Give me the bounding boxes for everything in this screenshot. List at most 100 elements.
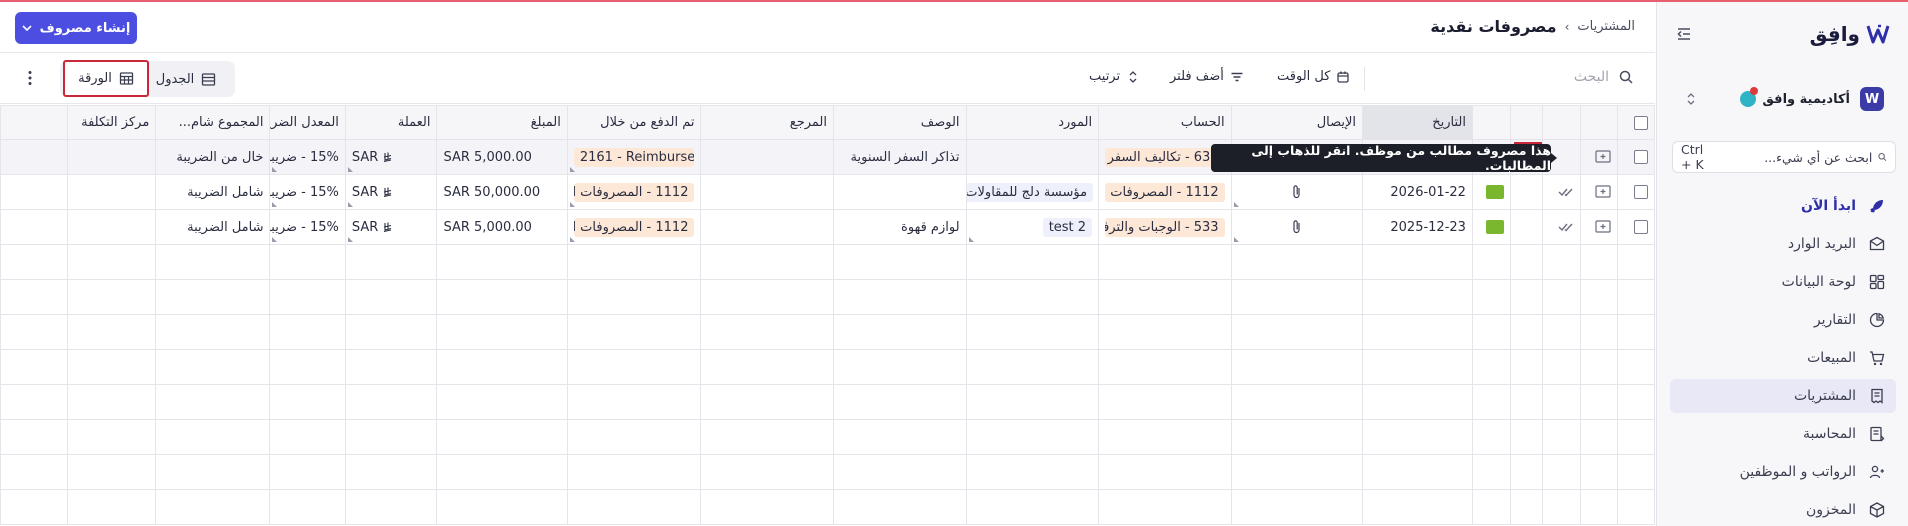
sidebar-item-inbox[interactable]: البريد الوارد xyxy=(1670,227,1896,261)
cell-paid-through[interactable]: 1112 - المصروفات النثرية xyxy=(566,209,702,245)
sidebar-search[interactable]: Ctrl + K xyxy=(1672,141,1896,173)
sidebar-item-label: المشتريات xyxy=(1793,388,1856,404)
row-checkbox[interactable] xyxy=(1634,220,1648,234)
sort-button[interactable]: ترتيب xyxy=(1089,69,1140,84)
cell-cost-center[interactable] xyxy=(66,139,157,175)
sidebar-item-label: لوحة البيانات xyxy=(1781,274,1856,290)
sidebar-item-label: التقارير xyxy=(1813,312,1856,328)
table-search xyxy=(1429,69,1633,85)
supplier-chip: test 2 xyxy=(1042,217,1093,237)
column-header-receipt[interactable]: الإيصال xyxy=(1230,105,1364,140)
column-header-description[interactable]: الوصف xyxy=(833,105,967,140)
row-checkbox[interactable] xyxy=(1634,150,1648,164)
sidebar-item-dashboard[interactable]: لوحة البيانات xyxy=(1670,265,1896,299)
cell-description[interactable]: تذاكر السفر السنوية xyxy=(833,139,967,175)
sidebar-item-sales[interactable]: المبيعات xyxy=(1670,341,1896,375)
cell-reference[interactable] xyxy=(700,174,834,210)
create-expense-button[interactable]: إنشاء مصروف xyxy=(15,12,137,44)
attachment-icon[interactable] xyxy=(1290,184,1304,200)
sidebar-item-inventory[interactable]: المخزون xyxy=(1670,493,1896,526)
cell-receipt[interactable] xyxy=(1230,209,1364,245)
column-header-currency[interactable]: العملة xyxy=(344,105,438,140)
cell-paid-through[interactable]: 2161 - Reimbursements xyxy=(566,139,702,175)
amount-value: SAR 5,000.00 xyxy=(443,219,532,235)
cell-supplier[interactable]: مؤسسة دلج للمقاولات xyxy=(965,174,1100,210)
attachment-icon[interactable] xyxy=(1290,219,1304,235)
cell-supplier[interactable] xyxy=(965,139,1100,175)
empty-row xyxy=(0,279,1655,315)
cell-receipt[interactable] xyxy=(1230,174,1364,210)
currency-value: SAR xyxy=(352,185,394,200)
sidebar-item-payroll[interactable]: الرواتب و الموظفين xyxy=(1670,455,1896,489)
currency-value: SAR xyxy=(352,150,394,165)
chevron-updown-icon[interactable] xyxy=(1686,91,1696,107)
cell-currency[interactable]: SAR xyxy=(344,174,438,210)
cell-amount[interactable]: SAR 5,000.00 xyxy=(436,209,568,245)
column-header-total[interactable]: المجموع شام... xyxy=(155,105,271,140)
cell-total[interactable]: شامل الضريبة xyxy=(155,174,271,210)
amount-value: SAR 50,000.00 xyxy=(443,184,541,200)
cell-cost-center[interactable] xyxy=(66,174,157,210)
row-checkbox[interactable] xyxy=(1634,185,1648,199)
table-header-row: التاريخ الإيصال الحساب المورد الوصف المر… xyxy=(0,105,1655,140)
column-header-cost-center[interactable]: مركز التكلفة xyxy=(66,105,157,140)
view-sheet-option[interactable]: الورقة xyxy=(63,60,149,97)
sidebar-item-get-started[interactable]: ابدأ الآن xyxy=(1670,189,1896,223)
organization-badge: W xyxy=(1860,87,1884,111)
cell-amount[interactable]: SAR 50,000.00 xyxy=(436,174,568,210)
collapse-sidebar-icon[interactable] xyxy=(1675,25,1693,43)
sidebar-item-label: المبيعات xyxy=(1807,350,1856,366)
toolbar: كل الوقت أضف فلتر ترتيب الجدول الورقة xyxy=(0,54,1655,104)
cell-total[interactable]: شامل الضريبة xyxy=(155,209,271,245)
riyal-symbol-icon xyxy=(384,222,392,232)
column-header-tax-rate[interactable]: المعدل الضريبي xyxy=(269,105,346,140)
cell-description[interactable]: لوازم قهوة xyxy=(833,209,967,245)
cell-account[interactable]: 1112 - المصروفات النثرية xyxy=(1098,174,1232,210)
empty-row xyxy=(0,419,1655,455)
ledger-icon xyxy=(1870,426,1885,442)
sidebar-item-accounting[interactable]: المحاسبة xyxy=(1670,417,1896,451)
add-note-icon[interactable] xyxy=(1595,150,1611,164)
cell-reference[interactable] xyxy=(700,209,834,245)
cell-total[interactable]: خال من الضريبة xyxy=(155,139,271,175)
column-header-amount[interactable]: المبلغ xyxy=(436,105,568,140)
cell-date[interactable]: 2025-12-23 xyxy=(1362,209,1473,245)
time-filter-button[interactable]: كل الوقت xyxy=(1277,69,1350,84)
cell-date[interactable]: 2026-01-22 xyxy=(1362,174,1473,210)
column-header-date[interactable]: التاريخ xyxy=(1362,105,1473,140)
cell-paid-through[interactable]: 1112 - المصروفات النثرية xyxy=(566,174,702,210)
sidebar-item-reports[interactable]: التقارير xyxy=(1670,303,1896,337)
cell-amount[interactable]: SAR 5,000.00 xyxy=(436,139,568,175)
cell-description[interactable] xyxy=(833,174,967,210)
organization-switcher[interactable]: W أكاديمية وافق xyxy=(1676,78,1892,120)
header-book xyxy=(1471,105,1511,140)
add-filter-button[interactable]: أضف فلتر xyxy=(1170,69,1244,84)
cell-currency[interactable]: SAR xyxy=(344,139,438,175)
cell-tax-rate[interactable]: 15% - ضريبة القيمة xyxy=(269,139,346,175)
table-row[interactable]: 2025-12-23 533 - الوجبات والترفيه test 2… xyxy=(0,209,1655,245)
table-row[interactable]: 2026-01-22 1112 - المصروفات النثرية مؤسس… xyxy=(0,174,1655,210)
sort-icon xyxy=(1129,70,1137,83)
table-search-input[interactable] xyxy=(1429,69,1609,85)
cell-reference[interactable] xyxy=(700,139,834,175)
column-header-account[interactable]: الحساب xyxy=(1098,105,1232,140)
cell-supplier[interactable]: test 2 xyxy=(965,209,1100,245)
select-all-checkbox[interactable] xyxy=(1634,115,1648,130)
sidebar-item-purchases[interactable]: المشتريات xyxy=(1670,379,1896,413)
cell-tax-rate[interactable]: 15% - ضريبة القيمة xyxy=(269,174,346,210)
add-note-icon[interactable] xyxy=(1595,220,1611,234)
column-header-supplier[interactable]: المورد xyxy=(965,105,1100,140)
more-options-icon[interactable] xyxy=(22,69,38,87)
column-header-paid-through[interactable]: تم الدفع من خلال xyxy=(566,105,702,140)
cell-cost-center[interactable] xyxy=(66,209,157,245)
sidebar-search-input[interactable] xyxy=(1716,149,1873,165)
cell-currency[interactable]: SAR xyxy=(344,209,438,245)
select-all-cell[interactable] xyxy=(1617,105,1655,140)
cell-tax-rate[interactable]: 15% - ضريبة القيمة xyxy=(269,209,346,245)
column-header-reference[interactable]: المرجع xyxy=(700,105,834,140)
add-note-icon[interactable] xyxy=(1595,185,1611,199)
breadcrumb-purchases-link[interactable]: المشتريات xyxy=(1577,19,1635,34)
cell-account[interactable]: 533 - الوجبات والترفيه xyxy=(1098,209,1232,245)
app-logo[interactable]: وافِق xyxy=(1810,22,1890,46)
view-table-option[interactable]: الجدول xyxy=(143,61,229,97)
